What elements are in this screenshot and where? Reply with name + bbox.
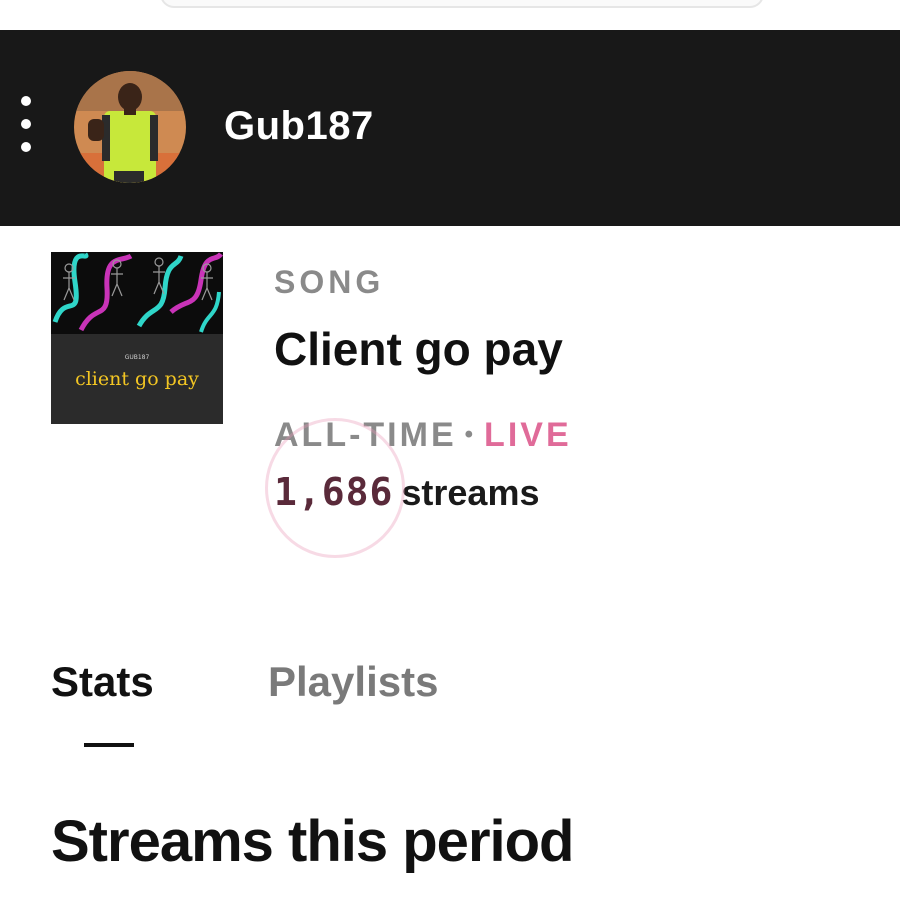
song-title: Client go pay	[274, 323, 563, 375]
streams-label: streams	[401, 472, 540, 513]
cover-title: client go pay	[75, 368, 199, 390]
streams-count: 1,686	[274, 470, 394, 514]
period-row: ALL-TIME • LIVE	[274, 416, 572, 455]
top-strip	[0, 0, 900, 30]
section-title: Streams this period	[51, 809, 574, 874]
cover-artist-text: GUB187	[124, 354, 150, 361]
tab-playlists[interactable]: Playlists	[268, 658, 438, 706]
song-cover: GUB187 client go pay	[51, 252, 223, 424]
more-vert-icon[interactable]	[12, 96, 40, 160]
active-tab-indicator	[84, 743, 134, 747]
cover-label-panel: GUB187 client go pay	[51, 334, 223, 424]
tab-stats[interactable]: Stats	[51, 658, 154, 706]
avatar[interactable]	[74, 71, 186, 183]
cover-art-graphic	[51, 252, 223, 334]
content-type-label: SONG	[274, 264, 385, 300]
artist-name: Gub187	[224, 104, 374, 148]
live-label[interactable]: LIVE	[484, 416, 572, 454]
artist-avatar	[74, 71, 186, 183]
artist-header: Gub187	[0, 30, 900, 226]
period-label[interactable]: ALL-TIME	[274, 416, 457, 454]
streams-row: 1,686 streams	[274, 470, 539, 514]
address-bar	[160, 0, 764, 8]
separator-dot: •	[464, 421, 477, 448]
